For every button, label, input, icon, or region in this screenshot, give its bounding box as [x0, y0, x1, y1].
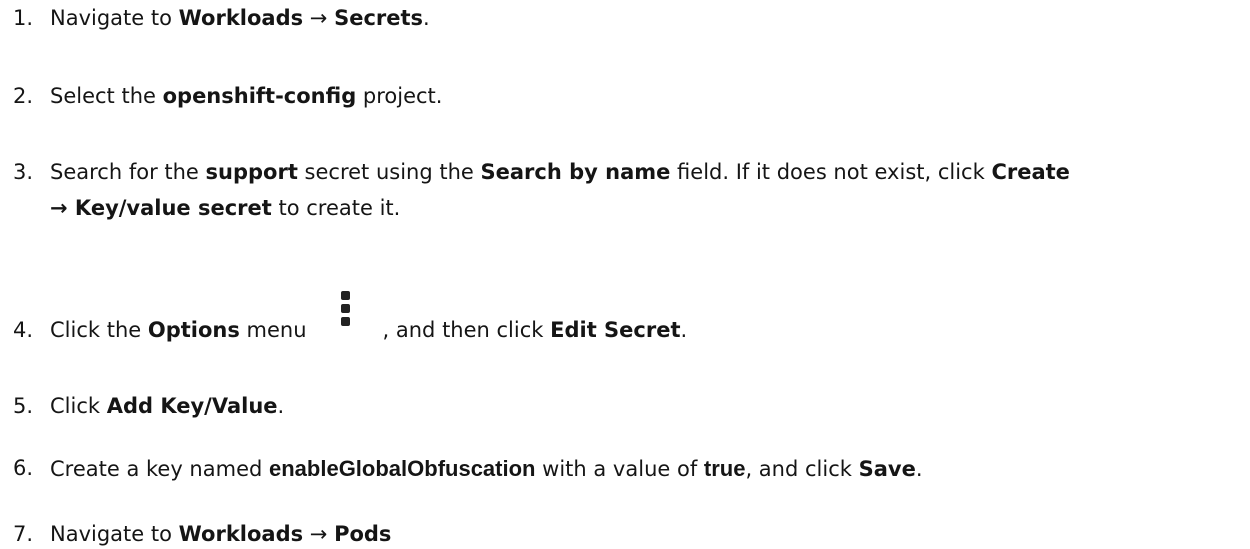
step-text: Click Add Key/Value. [50, 394, 285, 418]
ui-term: Options [147, 318, 240, 342]
ui-term: Edit Secret [550, 318, 681, 342]
step-text: Navigate to Workloads → Secrets. [50, 6, 430, 30]
step-text: Search for the support secret using the … [50, 160, 1070, 184]
step-number: 6. [13, 456, 34, 480]
ui-term: Workloads [178, 6, 304, 30]
step-number: 5. [13, 394, 34, 418]
kebab-options-icon [339, 291, 353, 345]
ui-term: openshift-config [162, 84, 357, 108]
step-text: Navigate to Workloads → Pods [50, 522, 392, 546]
key-name: enableGlobalObfuscation [269, 456, 536, 481]
ui-term: Pods [334, 522, 392, 546]
ui-term: Search by name [480, 160, 671, 184]
step-number: 1. [13, 6, 34, 30]
step-number: 2. [13, 84, 34, 108]
step-number: 3. [13, 160, 34, 184]
ui-term: Add Key/Value [106, 394, 278, 418]
ui-term: Secrets [334, 6, 424, 30]
step-text: Click the Options menu, and then click E… [50, 291, 950, 342]
step-text: Select the openshift-config project. [50, 84, 443, 108]
ui-term: support [205, 160, 298, 184]
ui-term: Key/value secret [74, 196, 272, 220]
key-value: true [703, 456, 746, 481]
step-text: Create a key named enableGlobalObfuscati… [50, 456, 923, 481]
step-number: 4. [13, 318, 34, 342]
ui-term: Create [991, 160, 1070, 184]
step-text: → Key/value secret to create it. [50, 196, 401, 220]
ui-term: Workloads [178, 522, 304, 546]
ui-term: Save [858, 457, 916, 481]
step-number: 7. [13, 522, 34, 546]
